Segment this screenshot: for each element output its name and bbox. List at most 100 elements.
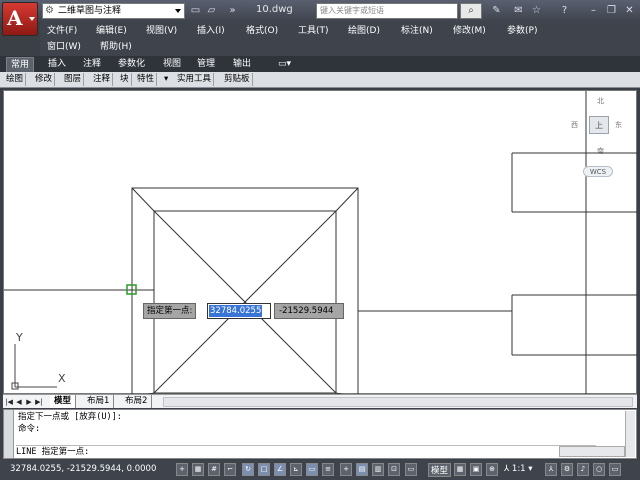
panel-utilities[interactable]: 实用工具 bbox=[175, 73, 215, 86]
coordinate-readout[interactable]: 32784.0255, -21529.5944, 0.0000 bbox=[10, 464, 156, 474]
drawing-canvas[interactable]: Y X bbox=[3, 90, 638, 395]
binoculars-icon[interactable]: ⌕ bbox=[460, 3, 482, 19]
last-tab-icon[interactable]: ▶| bbox=[35, 397, 43, 407]
corner-line bbox=[131, 187, 155, 212]
quick-properties-icon[interactable]: ▤ bbox=[356, 463, 368, 476]
ortho-mode-icon[interactable]: ⌐ bbox=[224, 463, 236, 476]
snap-mode-icon[interactable]: ▦ bbox=[192, 463, 204, 476]
workspace-switching-icon[interactable]: ⚙ bbox=[561, 463, 573, 476]
panel-clipboard[interactable]: 剪贴板 bbox=[222, 73, 253, 86]
chevron-down-icon bbox=[29, 17, 35, 21]
dynamic-ucs-icon[interactable]: ⊾ bbox=[290, 463, 302, 476]
dynamic-input-y[interactable]: -21529.5944 bbox=[274, 303, 344, 319]
horizontal-scrollbar[interactable] bbox=[163, 397, 633, 407]
favorites-star-icon[interactable]: ☆ bbox=[530, 4, 543, 17]
gear-icon: ⚙ bbox=[45, 5, 54, 16]
viewcube-east[interactable]: 东 bbox=[615, 120, 622, 130]
tab-insert[interactable]: 插入 bbox=[44, 57, 70, 72]
tab-view[interactable]: 视图 bbox=[159, 57, 185, 72]
panel-modify[interactable]: 修改 bbox=[33, 73, 56, 86]
tab-home[interactable]: 常用 bbox=[6, 57, 35, 72]
panel-layers[interactable]: 图层 bbox=[62, 73, 85, 86]
minimize-icon[interactable]: – bbox=[587, 4, 600, 17]
viewport-icon[interactable]: ▭ bbox=[405, 463, 417, 476]
ribbon-options-icon[interactable]: ▭▾ bbox=[274, 57, 295, 72]
object-snap-tracking-icon[interactable]: ∠ bbox=[274, 463, 286, 476]
dynamic-input-toggle-icon[interactable]: ▭ bbox=[306, 463, 318, 476]
menu-window[interactable]: 窗口(W) bbox=[47, 40, 81, 54]
viewcube[interactable]: 北 西 上 东 南 bbox=[571, 96, 622, 156]
menu-help[interactable]: 帮助(H) bbox=[100, 40, 132, 54]
selection-cycling-icon[interactable]: ▥ bbox=[372, 463, 384, 476]
document-title: 10.dwg bbox=[256, 4, 293, 15]
tab-layout2[interactable]: 布局2 bbox=[121, 395, 153, 408]
annotation-visibility-icon[interactable]: ⅄ bbox=[545, 463, 557, 476]
object-snap-icon[interactable]: □ bbox=[258, 463, 270, 476]
workspace-label: 二维草图与注释 bbox=[58, 6, 122, 16]
tab-manage[interactable]: 管理 bbox=[193, 57, 219, 72]
tab-layout1[interactable]: 布局1 bbox=[83, 395, 115, 408]
annotation-monitor-icon[interactable]: ⊡ bbox=[388, 463, 400, 476]
model-space-button[interactable]: 模型 bbox=[428, 463, 452, 477]
tab-annotate[interactable]: 注释 bbox=[79, 57, 105, 72]
more-tools-icon[interactable]: » bbox=[226, 4, 239, 17]
panel-annotation[interactable]: 注释 bbox=[91, 73, 114, 86]
infer-constraints-icon[interactable]: + bbox=[176, 463, 188, 476]
menu-view[interactable]: 视图(V) bbox=[146, 24, 177, 38]
quick-view-layouts-icon[interactable]: ▦ bbox=[454, 463, 466, 476]
new-file-icon[interactable]: ▭ bbox=[189, 4, 202, 17]
menu-modify[interactable]: 修改(M) bbox=[453, 24, 486, 38]
menu-format[interactable]: 格式(O) bbox=[246, 24, 278, 38]
menu-dimension[interactable]: 标注(N) bbox=[401, 24, 433, 38]
layout-tab-bar: |◀ ◀ ▶ ▶| 模型 布局1 布局2 bbox=[3, 394, 637, 408]
first-tab-icon[interactable]: |◀ bbox=[5, 397, 13, 407]
tab-parametric[interactable]: 参数化 bbox=[114, 57, 149, 72]
lineweight-icon[interactable]: ≡ bbox=[322, 463, 334, 476]
command-horizontal-scrollbar[interactable] bbox=[559, 446, 625, 457]
dynamic-input-x[interactable]: 32784.0255 bbox=[207, 303, 271, 319]
viewcube-top-face[interactable]: 上 bbox=[589, 116, 609, 134]
outer-rectangle bbox=[131, 187, 359, 395]
tab-model[interactable]: 模型 bbox=[50, 395, 77, 408]
workspace-dropdown[interactable]: ⚙ 二维草图与注释 bbox=[42, 3, 185, 19]
annotation-scale[interactable]: ⅄ 1:1 ▾ bbox=[504, 464, 533, 474]
pan-zoom-icon[interactable]: ⊕ bbox=[486, 463, 498, 476]
command-input[interactable]: LINE 指定第一点: bbox=[16, 445, 596, 458]
viewcube-west[interactable]: 西 bbox=[571, 120, 578, 130]
chevron-down-icon[interactable]: ▾ bbox=[162, 73, 170, 86]
menu-insert[interactable]: 插入(I) bbox=[197, 24, 225, 38]
subscription-icon[interactable]: ✎ bbox=[490, 4, 503, 17]
close-icon[interactable]: ✕ bbox=[623, 4, 636, 17]
search-input[interactable]: 键入关键字或短语 bbox=[316, 3, 458, 19]
menu-tools[interactable]: 工具(T) bbox=[298, 24, 329, 38]
command-window-grip[interactable] bbox=[4, 410, 14, 458]
clean-screen-icon[interactable]: ▭ bbox=[609, 463, 621, 476]
menu-parametric[interactable]: 参数(P) bbox=[507, 24, 537, 38]
ribbon-tab-bar: 常用 插入 注释 参数化 视图 管理 输出 ▭▾ bbox=[0, 56, 640, 72]
prev-tab-icon[interactable]: ◀ bbox=[15, 397, 23, 407]
application-menu-button[interactable]: A bbox=[2, 2, 38, 36]
wcs-menu[interactable]: WCS bbox=[583, 166, 613, 177]
viewcube-north[interactable]: 北 bbox=[597, 96, 604, 106]
grid-display-icon[interactable]: # bbox=[208, 463, 220, 476]
panel-block[interactable]: 块 bbox=[118, 73, 132, 86]
isolate-objects-icon[interactable]: ○ bbox=[593, 463, 605, 476]
open-folder-icon[interactable]: ▱ bbox=[205, 4, 218, 17]
polar-tracking-icon[interactable]: ↻ bbox=[242, 463, 254, 476]
panel-draw[interactable]: 绘图 bbox=[4, 73, 27, 86]
menu-file[interactable]: 文件(F) bbox=[47, 24, 77, 38]
next-tab-icon[interactable]: ▶ bbox=[25, 397, 33, 407]
tab-output[interactable]: 输出 bbox=[229, 57, 255, 72]
title-bar: ⚙ 二维草图与注释 ▭ ▱ » 10.dwg 键入关键字或短语 ⌕ ✎ ✉ ☆ … bbox=[0, 0, 640, 22]
viewcube-south[interactable]: 南 bbox=[597, 146, 604, 156]
restore-icon[interactable]: ❐ bbox=[605, 4, 618, 17]
command-scrollbar[interactable] bbox=[625, 411, 635, 457]
quick-view-drawings-icon[interactable]: ▣ bbox=[470, 463, 482, 476]
help-icon[interactable]: ? bbox=[558, 4, 571, 17]
lock-icon[interactable]: ♪ bbox=[577, 463, 589, 476]
communication-icon[interactable]: ✉ bbox=[512, 4, 525, 17]
menu-draw[interactable]: 绘图(D) bbox=[348, 24, 380, 38]
menu-edit[interactable]: 编辑(E) bbox=[96, 24, 127, 38]
transparency-icon[interactable]: + bbox=[340, 463, 352, 476]
panel-properties[interactable]: 特性 bbox=[135, 73, 158, 86]
